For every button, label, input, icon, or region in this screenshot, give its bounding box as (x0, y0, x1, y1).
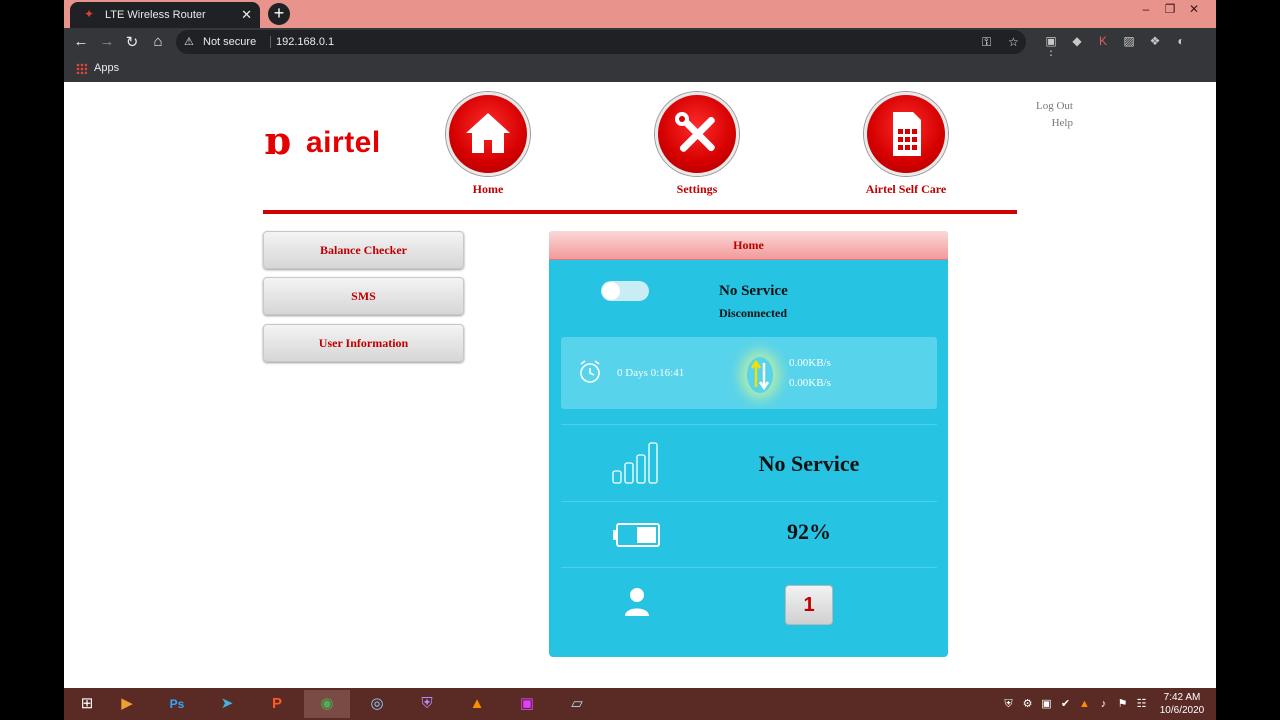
extension-2-icon[interactable]: ◆ (1064, 34, 1090, 48)
help-link[interactable]: Help (1004, 117, 1073, 129)
p-app-icon[interactable]: P (254, 690, 300, 718)
forward-icon[interactable]: → (98, 33, 116, 50)
router-page: ɒ airtel Home Settings Airtel Self Care … (64, 82, 1216, 688)
tray-app-icon[interactable]: ⚙ (1018, 697, 1037, 710)
vlc-icon[interactable]: ▲ (454, 690, 500, 718)
logout-link[interactable]: Log Out (1004, 100, 1073, 112)
home-button-icon[interactable]: ⌂ (149, 33, 167, 50)
telegram-icon[interactable]: ➤ (204, 690, 250, 718)
traffic-info: 0 Days 0:16:41 0.00KB/s 0.00KB/s (561, 337, 937, 409)
restore-icon[interactable]: ❐ (1158, 2, 1182, 16)
panel-title: Home (549, 231, 948, 260)
notepad-icon[interactable]: ▱ (554, 690, 600, 718)
battery-level: 92% (787, 519, 831, 544)
flag-icon[interactable]: ⚑ (1113, 697, 1132, 710)
apps-bookmark[interactable]: Apps (94, 62, 119, 74)
warning-icon: ⚠ (184, 36, 194, 48)
minimize-icon[interactable]: – (1134, 2, 1158, 16)
extension-3-icon[interactable]: ▨ (1116, 34, 1142, 48)
address-bar[interactable]: ⚠ Not secure 192.168.0.1 ⚿ ☆ (176, 30, 1026, 54)
upload-rate: 0.00KB/s (789, 357, 831, 369)
user-information-button[interactable]: User Information (263, 324, 464, 362)
airtel-swirl-icon: ɒ (264, 118, 291, 163)
taskbar-date: 10/6/2020 (1159, 705, 1205, 716)
nav-home-label: Home (472, 182, 504, 196)
nav-settings[interactable]: Settings (637, 92, 757, 197)
battery-icon (613, 522, 663, 553)
nav-self-care[interactable]: Airtel Self Care (846, 92, 966, 197)
photoshop-icon[interactable]: Ps (154, 690, 200, 718)
connected-users-count[interactable]: 1 (785, 585, 833, 625)
close-window-icon[interactable]: ✕ (1182, 2, 1206, 16)
puzzle-icon[interactable]: ❖ (1142, 34, 1168, 48)
uptime-text: 0 Days 0:16:41 (617, 367, 685, 379)
apps-grid-icon[interactable] (76, 63, 87, 74)
airtel-favicon-icon: ✦ (84, 7, 95, 21)
tray-vlc-icon[interactable]: ▲ (1075, 698, 1094, 710)
vpn-shield-icon[interactable]: ⛨ (404, 690, 450, 718)
reload-icon[interactable]: ↻ (123, 33, 141, 51)
user-icon (623, 587, 651, 622)
url-text: 192.168.0.1 (276, 36, 335, 48)
alarm-clock-icon (577, 359, 603, 390)
download-rate: 0.00KB/s (789, 377, 831, 389)
airtel-logo: ɒ airtel (264, 120, 394, 164)
tray-antivirus-icon[interactable]: ✔ (1056, 697, 1075, 710)
sim-card-icon[interactable] (864, 92, 948, 176)
nav-settings-label: Settings (676, 182, 718, 196)
windows-taskbar: ⊞ ▶ Ps ➤ P ◉ ◎ ⛨ ▲ ▣ ▱ ⛨ ⚙ ▣ ✔ ▲ ♪ ⚑ ☷ 7:42 AM … (64, 688, 1216, 720)
browser-toolbar: ← → ↻ ⌂ ⚠ Not secure 192.168.0.1 ⚿ ☆ ▣ ◆ K… (64, 28, 1216, 62)
tools-icon[interactable] (655, 92, 739, 176)
panel-divider-2 (561, 501, 937, 502)
browser-tab[interactable]: ✦ LTE Wireless Router ✕ (70, 2, 260, 28)
connection-status: Disconnected (719, 306, 787, 320)
signal-bars-icon (611, 441, 663, 490)
brand-name: airtel (306, 126, 381, 159)
tray-shield-icon[interactable]: ⛨ (999, 698, 1018, 711)
nav-self-care-label: Airtel Self Care (865, 182, 947, 196)
balance-checker-button[interactable]: Balance Checker (263, 231, 464, 269)
volume-icon[interactable]: ♪ (1094, 698, 1113, 710)
network-status: No Service (719, 283, 788, 299)
chrome-icon[interactable]: ◉ (304, 690, 350, 718)
home-icon[interactable] (446, 92, 530, 176)
tab-close-icon[interactable]: ✕ (241, 7, 252, 23)
signal-status: No Service (758, 451, 860, 476)
taskbar-clock[interactable]: 7:42 AM 10/6/2020 (1157, 691, 1207, 717)
bookmark-star-icon[interactable]: ☆ (1008, 35, 1019, 49)
header-divider (263, 210, 1017, 214)
up-down-arrows-icon (747, 357, 773, 393)
screen-recorder-icon[interactable]: ◎ (354, 690, 400, 718)
key-icon[interactable]: ⚿ (982, 35, 991, 50)
window-controls: – ❐ ✕ (1134, 2, 1206, 16)
new-tab-button[interactable]: + (268, 3, 290, 25)
connection-toggle[interactable] (601, 281, 649, 301)
media-player-icon[interactable]: ▶ (104, 690, 150, 718)
network-icon[interactable]: ☷ (1132, 697, 1151, 710)
profile-icon[interactable]: ◐ (1168, 34, 1194, 48)
monitor-app-icon[interactable]: ▣ (504, 690, 550, 718)
tab-title: LTE Wireless Router (105, 9, 206, 21)
nav-home[interactable]: Home (428, 92, 548, 197)
tray-monitor-icon[interactable]: ▣ (1037, 697, 1056, 710)
panel-divider-1 (561, 424, 937, 425)
omnibox-separator (270, 36, 271, 48)
back-icon[interactable]: ← (72, 33, 90, 50)
security-label: Not secure (203, 36, 257, 48)
system-tray: ⛨ ⚙ ▣ ✔ ▲ ♪ ⚑ ☷ (999, 697, 1151, 711)
bookmarks-bar: Apps (64, 56, 1216, 82)
sms-button[interactable]: SMS (263, 277, 464, 315)
extension-k-icon[interactable]: K (1090, 34, 1116, 48)
extension-1-icon[interactable]: ▣ (1038, 34, 1064, 48)
browser-titlebar: ✦ LTE Wireless Router ✕ + – ❐ ✕ (64, 0, 1216, 28)
top-links: Log Out Help (1004, 100, 1073, 134)
panel-divider-3 (561, 567, 937, 568)
toggle-knob (602, 282, 620, 300)
taskbar-time: 7:42 AM (1163, 692, 1201, 703)
home-panel: Home No Service Disconnected 0 Days 0:16… (549, 231, 948, 657)
